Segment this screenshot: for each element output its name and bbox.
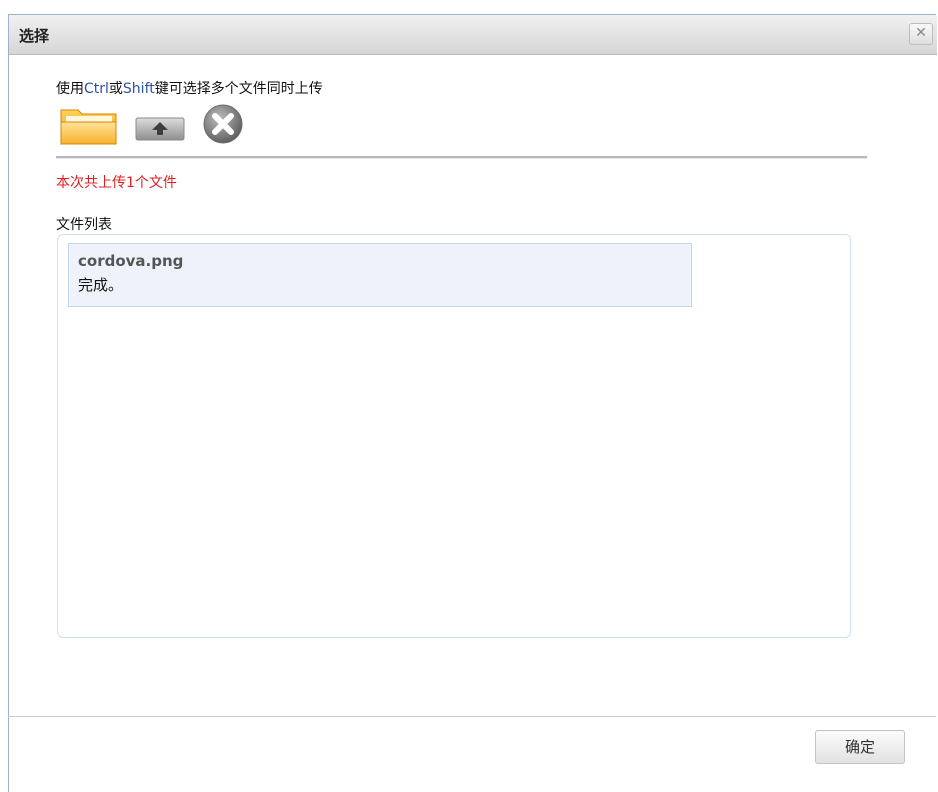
dialog-titlebar[interactable]: 选择 ✕ (9, 15, 937, 55)
close-icon: ✕ (915, 25, 927, 41)
hint-key-shift: Shift (122, 81, 155, 97)
footer-divider (8, 716, 936, 717)
cancel-icon[interactable] (199, 102, 247, 146)
file-name: cordova.png (78, 252, 184, 270)
file-list-label: 文件列表 (56, 217, 112, 233)
multi-select-hint: 使用Ctrl或Shift键可选择多个文件同时上传 (56, 78, 323, 98)
file-list-item[interactable]: cordova.png 完成。 (68, 243, 692, 307)
dialog-title: 选择 (19, 27, 50, 45)
upload-icon[interactable] (132, 102, 188, 146)
file-list[interactable]: cordova.png 完成。 (57, 234, 851, 638)
upload-count-text: 本次共上传1个文件 (56, 175, 177, 191)
ok-button[interactable]: 确定 (815, 730, 905, 764)
section-divider (56, 156, 867, 159)
hint-prefix: 使用 (56, 81, 84, 97)
folder-icon[interactable] (58, 102, 120, 146)
hint-suffix: 键可选择多个文件同时上传 (154, 81, 323, 97)
file-status: 完成。 (78, 276, 124, 294)
upload-toolbar (58, 102, 258, 146)
hint-key-ctrl: Ctrl (84, 81, 109, 97)
close-button[interactable]: ✕ (909, 23, 933, 45)
hint-mid: 或 (108, 81, 123, 97)
